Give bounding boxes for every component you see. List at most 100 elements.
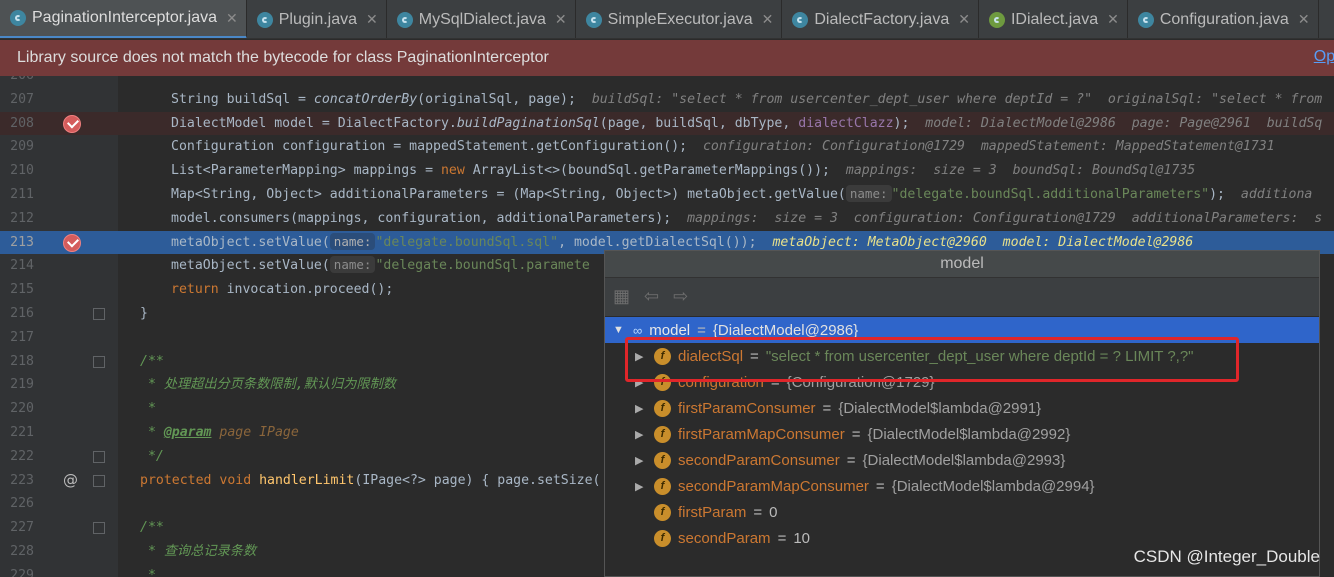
code-line: 206 [0, 76, 1334, 88]
code-text: String buildSql = [171, 91, 314, 107]
tab-label: Plugin.java [278, 10, 358, 28]
variable-value: {DialectModel$lambda@2994} [891, 477, 1095, 495]
tab-pagination-interceptor[interactable]: PaginationInterceptor.java ✕ [0, 0, 247, 38]
code-text: (originalSql, page); [417, 91, 592, 107]
debug-value: metaObject: MetaObject@2960 model: Diale… [772, 234, 1194, 250]
line-number: 217 [10, 329, 34, 345]
tab-mysql-dialect[interactable]: MySqlDialect.java ✕ [387, 0, 576, 38]
collapse-arrow-icon[interactable]: ▼ [613, 324, 625, 336]
pin-icon[interactable]: ▦ [613, 286, 630, 307]
field-icon: f [654, 399, 671, 417]
tree-node-first-param-consumer[interactable]: ▶ f firstParamConsumer = {DialectModel$lamb… [605, 395, 1319, 421]
class-icon [585, 11, 602, 28]
close-icon[interactable]: ✕ [1298, 11, 1310, 28]
tree-node-second-param-consumer[interactable]: ▶ f secondParamConsumer = {DialectModel$lam… [605, 447, 1319, 473]
variable-value: {DialectModel@2986} [712, 321, 859, 339]
variable-value: 0 [769, 503, 778, 521]
keyword: protected void [140, 472, 260, 488]
debug-value: configuration: Configuration@1729 mapped… [702, 139, 1275, 155]
comment: /** [140, 520, 164, 536]
breakpoint-icon[interactable] [63, 114, 81, 133]
expand-arrow-icon[interactable]: ▶ [635, 428, 647, 441]
code-text: model.consumers(mappings, configuration,… [171, 210, 688, 226]
expand-arrow-icon[interactable]: ▶ [635, 402, 647, 415]
field-icon: f [654, 451, 671, 469]
line-number: 218 [10, 353, 34, 369]
expand-arrow-icon[interactable]: ▶ [635, 454, 647, 467]
tab-configuration[interactable]: Configuration.java ✕ [1128, 0, 1319, 38]
comment: * 查询总记录条数 [140, 544, 257, 559]
variable-inspector-popup: model ▦ ⇦ ⇨ ▼ ∞ model = {DialectModel@2986}… [604, 250, 1320, 577]
code-line: 211 Map<String, Object> additionalParamet… [0, 183, 1334, 207]
variable-value: {DialectModel$lambda@2993} [862, 451, 1066, 469]
code-text: Map<String, Object> additionalParameters… [171, 187, 846, 202]
line-number: 210 [10, 163, 34, 179]
breakpoint-icon[interactable] [63, 233, 81, 252]
string-literal: "delegate.boundSql.additionalParameters" [891, 187, 1210, 202]
tab-label: IDialect.java [1010, 10, 1099, 28]
field-icon: f [654, 503, 671, 521]
tab-label: SimpleExecutor.java [607, 10, 753, 28]
tab-simple-executor[interactable]: SimpleExecutor.java ✕ [576, 0, 783, 38]
forward-arrow-icon[interactable]: ⇨ [673, 286, 688, 307]
field-ref: dialectClazz [798, 115, 894, 131]
close-icon[interactable]: ✕ [366, 11, 378, 28]
line-number: 216 [10, 306, 34, 321]
param-hint: name: [845, 185, 892, 202]
line-number: 220 [10, 401, 34, 417]
comment: /** [140, 353, 164, 369]
code-text: (IPage<?> page) { page.setSize( [354, 472, 601, 488]
line-number: 227 [10, 520, 34, 536]
editor-tab-bar: PaginationInterceptor.java ✕ Plugin.java ✕… [0, 0, 1334, 39]
tree-node-first-param-map-consumer[interactable]: ▶ f firstParamMapConsumer = {DialectModel$l… [605, 421, 1319, 447]
tab-label: PaginationInterceptor.java [32, 9, 218, 26]
line-number: 226 [10, 496, 34, 512]
code-line-breakpoint: 208 DialectModel model = DialectFactory.b… [0, 111, 1334, 136]
override-icon[interactable]: @ [63, 469, 78, 493]
popup-title: model [605, 251, 1319, 278]
fold-icon[interactable] [93, 450, 105, 463]
code-text: metaObject.setValue( [171, 234, 330, 250]
field-icon: f [654, 529, 671, 547]
fold-icon[interactable] [93, 474, 105, 487]
close-icon[interactable]: ✕ [958, 11, 970, 28]
expand-arrow-icon[interactable]: ▶ [635, 480, 647, 493]
comment: * [140, 567, 156, 577]
fold-icon[interactable] [93, 308, 105, 320]
tree-node-first-param[interactable]: f firstParam = 0 [605, 499, 1319, 525]
debug-value: additiona [1240, 187, 1313, 202]
class-icon [10, 10, 26, 26]
string-literal: "delegate.boundSql.sql" [375, 234, 559, 250]
debug-value: mappings: size = 3 configuration: Config… [687, 210, 1323, 226]
back-arrow-icon[interactable]: ⇦ [644, 286, 659, 307]
open-link[interactable]: Ope [1314, 48, 1334, 66]
watermark: CSDN @Integer_Double [1133, 547, 1320, 566]
code-line: 207 String buildSql = concatOrderBy(origi… [0, 88, 1334, 112]
close-icon[interactable]: ✕ [226, 10, 238, 27]
tab-dialect-factory[interactable]: DialectFactory.java ✕ [782, 0, 979, 38]
line-number: 211 [10, 187, 34, 202]
class-icon [396, 11, 413, 28]
close-icon[interactable]: ✕ [1107, 11, 1119, 28]
variable-name: firstParamConsumer [678, 399, 816, 417]
code-text: Configuration configuration = mappedStat… [171, 139, 703, 155]
line-number: 223 [10, 472, 34, 488]
fold-icon[interactable] [93, 355, 105, 368]
debug-value: mappings: size = 3 boundSql: BoundSql@17… [845, 163, 1196, 179]
line-number: 207 [10, 91, 34, 107]
tab-label: DialectFactory.java [814, 10, 950, 28]
debug-value: model: DialectModel@2986 page: Page@2961… [925, 115, 1323, 131]
code-text: invocation.proceed(); [218, 282, 394, 298]
close-icon[interactable]: ✕ [762, 11, 774, 28]
tree-node-second-param-map-consumer[interactable]: ▶ f secondParamMapConsumer = {DialectModel$… [605, 473, 1319, 499]
close-icon[interactable]: ✕ [555, 11, 567, 28]
tab-plugin[interactable]: Plugin.java ✕ [247, 0, 387, 38]
code-text: DialectModel model = DialectFactory. [171, 115, 457, 131]
fold-icon[interactable] [93, 522, 105, 535]
popup-toolbar: ▦ ⇦ ⇨ [605, 278, 1319, 314]
code-line: 209 Configuration configuration = mappedS… [0, 135, 1334, 159]
line-number: 206 [0, 76, 34, 88]
tab-idialect[interactable]: IDialect.java ✕ [979, 0, 1128, 38]
method-name: handlerLimit [259, 472, 355, 488]
code-text: metaObject.setValue( [171, 258, 330, 274]
